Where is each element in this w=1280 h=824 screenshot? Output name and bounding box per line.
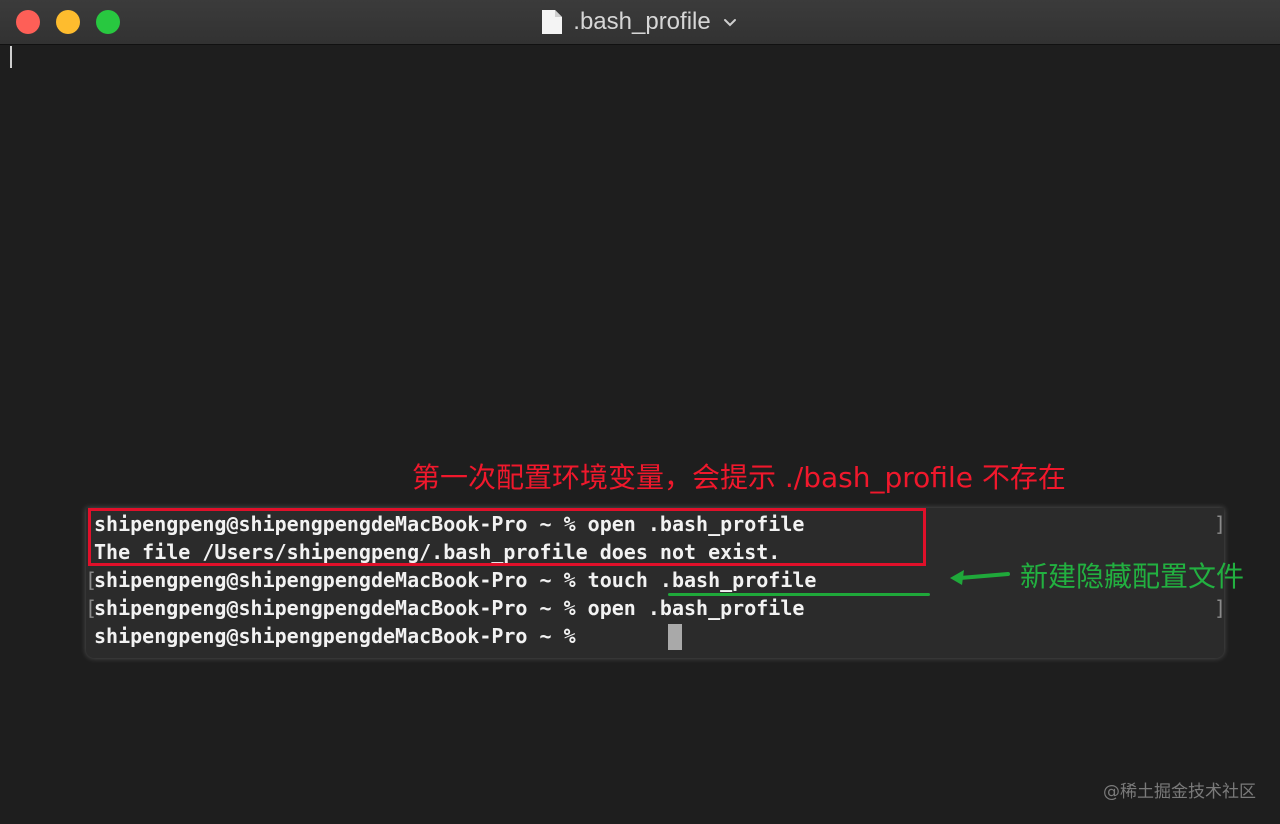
window-title-group[interactable]: .bash_profile (0, 0, 1280, 44)
terminal-line: shipengpeng@shipengpengdeMacBook-Pro ~ % (94, 624, 588, 648)
document-icon (542, 10, 563, 34)
terminal-line: shipengpeng@shipengpengdeMacBook-Pro ~ %… (94, 568, 817, 592)
terminal-cursor (668, 624, 682, 650)
chevron-down-icon[interactable] (721, 13, 739, 31)
red-annotation-caption: 第一次配置环境变量，会提示 ./bash_profile 不存在 (412, 461, 1066, 494)
title-bar[interactable]: .bash_profile (0, 0, 1280, 45)
mark-bracket-icon: [ (85, 568, 98, 592)
mark-bracket-icon: ] (1214, 596, 1227, 620)
watermark: @稀土掘金技术社区 (1103, 782, 1256, 802)
left-arrow-icon (950, 570, 1010, 585)
red-highlight-box (88, 508, 926, 566)
text-insertion-cursor (10, 46, 12, 68)
green-annotation-caption: 新建隐藏配置文件 (1020, 560, 1245, 593)
window-title: .bash_profile (573, 8, 711, 35)
mark-bracket-icon: [ (85, 596, 98, 620)
terminal-line: shipengpeng@shipengpengdeMacBook-Pro ~ %… (94, 596, 805, 620)
editor-window: .bash_profile 第一次配置环境变量，会提示 ./bash_profi… (0, 0, 1280, 824)
green-underline (668, 593, 930, 596)
mark-bracket-icon: ] (1214, 512, 1227, 536)
